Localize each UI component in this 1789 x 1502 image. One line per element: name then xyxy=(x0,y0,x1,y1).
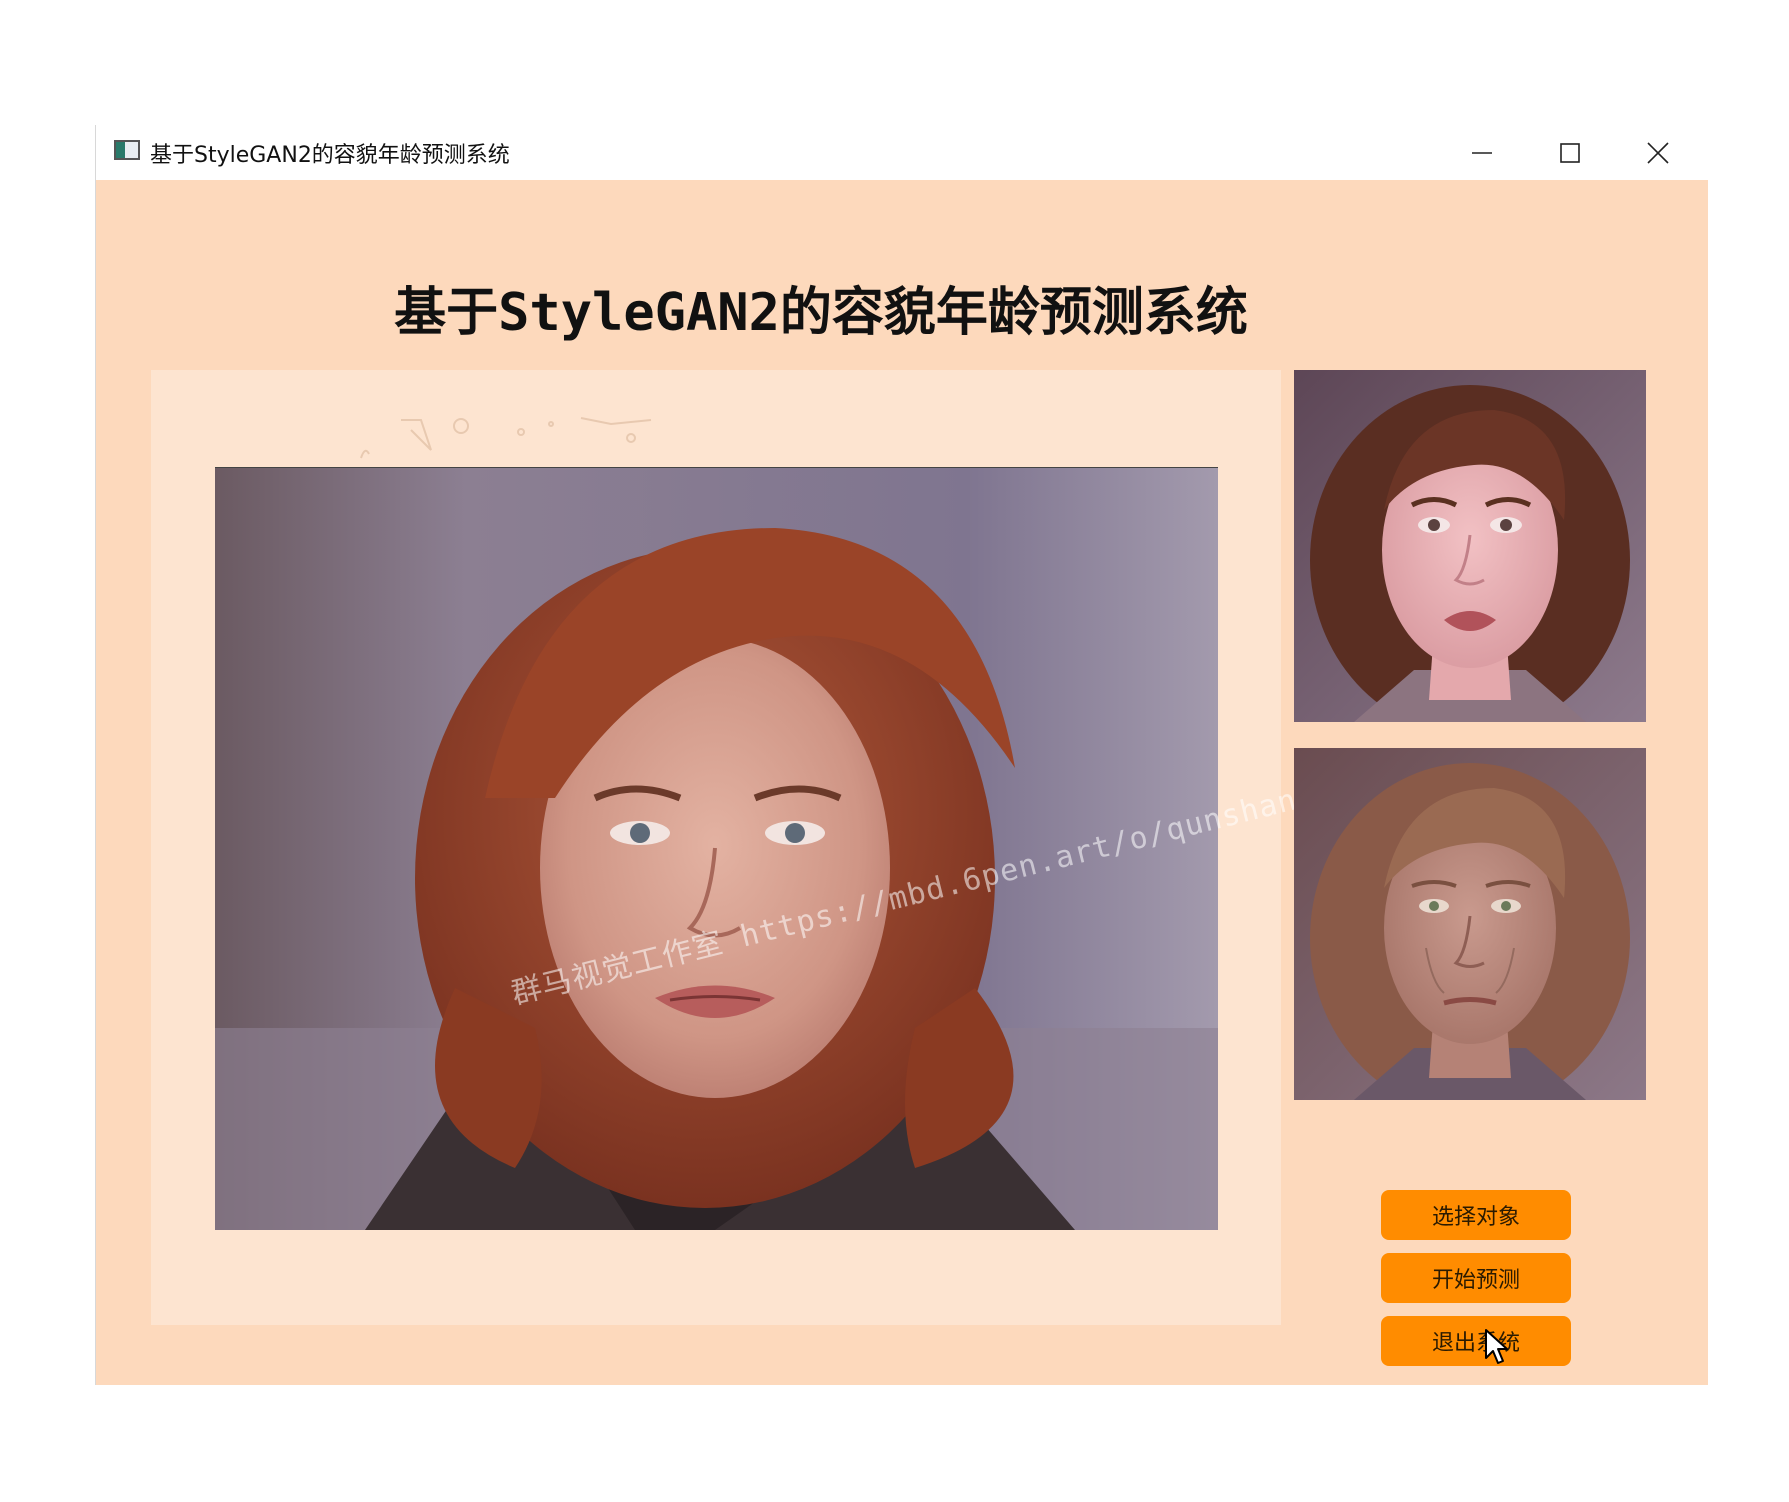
maximize-icon xyxy=(1560,142,1580,163)
app-icon xyxy=(114,140,140,160)
page-title: 基于StyleGAN2的容貌年龄预测系统 xyxy=(394,283,1248,343)
app-window: 基于StyleGAN2的容貌年龄预测系统 基于StyleGAN2的容貌年龄预测系… xyxy=(95,125,1708,1385)
start-prediction-button[interactable]: 开始预测 xyxy=(1381,1253,1571,1303)
close-icon xyxy=(1647,141,1669,164)
title-bar[interactable]: 基于StyleGAN2的容貌年龄预测系统 xyxy=(96,125,1708,180)
select-object-button[interactable]: 选择对象 xyxy=(1381,1190,1571,1240)
minimize-icon xyxy=(1472,151,1492,154)
image-display-panel: 群马视觉工作室 https://mbd.6pen.art/o/qunshan/w… xyxy=(151,370,1393,1325)
young-face-prediction xyxy=(1294,370,1646,722)
mouse-cursor-icon xyxy=(1485,1329,1508,1364)
old-face-image xyxy=(1294,748,1646,1100)
maximize-button[interactable] xyxy=(1526,125,1614,180)
window-title: 基于StyleGAN2的容貌年龄预测系统 xyxy=(150,143,510,168)
client-area: 基于StyleGAN2的容貌年龄预测系统 群马视觉工作室 https://mbd… xyxy=(96,180,1708,1385)
close-button[interactable] xyxy=(1614,125,1702,180)
young-face-image xyxy=(1294,370,1646,722)
decoration-graphic xyxy=(360,417,652,459)
old-face-prediction xyxy=(1294,748,1646,1100)
minimize-button[interactable] xyxy=(1438,125,1526,180)
exit-system-button[interactable]: 退出系统 xyxy=(1381,1316,1571,1366)
